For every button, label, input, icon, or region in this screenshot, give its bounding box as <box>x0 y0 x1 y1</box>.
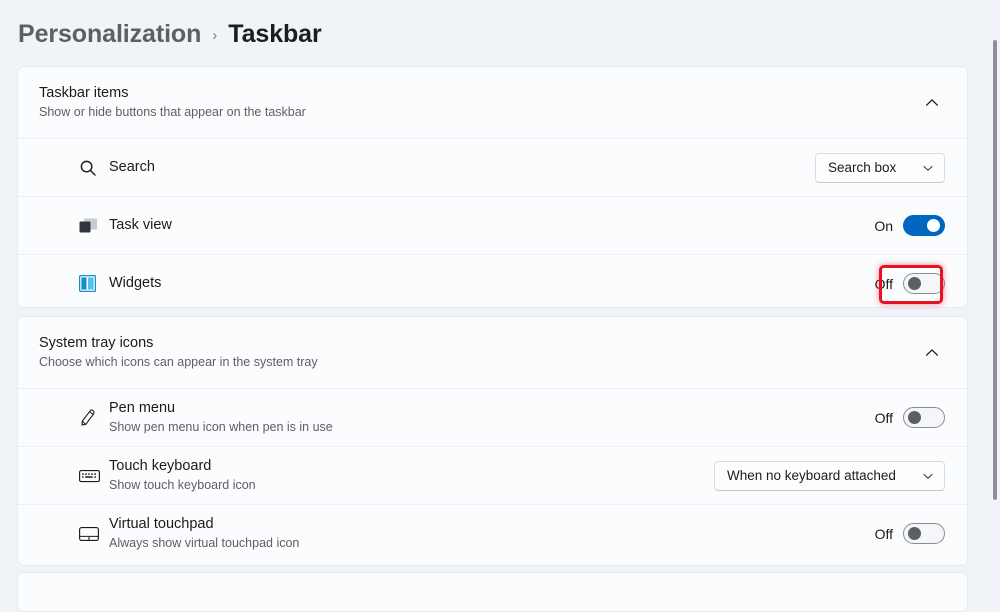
group-header-text: Taskbar items Show or hide buttons that … <box>39 85 306 119</box>
toggle-state-label: Off <box>874 525 893 542</box>
virtual-touchpad-toggle[interactable] <box>903 523 945 544</box>
widgets-toggle[interactable] <box>903 273 945 294</box>
card-taskbar-items: Taskbar items Show or hide buttons that … <box>17 66 968 308</box>
setting-subtitle: Show pen menu icon when pen is in use <box>109 419 333 434</box>
keyboard-icon <box>79 463 109 489</box>
setting-control: Off <box>871 273 945 294</box>
setting-title: Search <box>109 158 155 175</box>
setting-title: Pen menu <box>109 400 176 417</box>
setting-row-labels: Widgets <box>109 275 871 292</box>
vertical-scrollbar[interactable] <box>990 40 997 500</box>
toggle-knob <box>927 219 940 232</box>
setting-control: Off <box>871 523 945 544</box>
group-subtitle: Show or hide buttons that appear on the … <box>39 105 306 120</box>
setting-title: Touch keyboard <box>109 458 212 475</box>
setting-row-virtual-touchpad[interactable]: Virtual touchpad Always show virtual tou… <box>18 504 967 562</box>
chevron-down-icon <box>921 469 935 483</box>
chevron-up-icon[interactable] <box>919 340 945 366</box>
setting-row-pen-menu[interactable]: Pen menu Show pen menu icon when pen is … <box>18 388 967 446</box>
group-header-taskbar-items[interactable]: Taskbar items Show or hide buttons that … <box>18 67 967 138</box>
toggle-state-label: On <box>874 217 893 234</box>
setting-row-labels: Touch keyboard Show touch keyboard icon <box>109 458 714 492</box>
setting-row-labels: Virtual touchpad Always show virtual tou… <box>109 516 871 550</box>
search-icon <box>79 155 109 181</box>
group-header-text: System tray icons Choose which icons can… <box>39 335 318 369</box>
settings-content: Taskbar items Show or hide buttons that … <box>0 60 1000 612</box>
card-system-tray-icons: System tray icons Choose which icons can… <box>17 316 968 566</box>
task-view-icon <box>79 213 109 239</box>
group-title: System tray icons <box>39 335 154 352</box>
setting-row-touch-keyboard[interactable]: Touch keyboard Show touch keyboard icon … <box>18 446 967 504</box>
scrollbar-thumb[interactable] <box>993 40 997 500</box>
toggle-knob <box>908 527 921 540</box>
setting-title: Virtual touchpad <box>109 516 214 533</box>
page-title: Taskbar <box>228 19 322 48</box>
setting-subtitle: Show touch keyboard icon <box>109 477 256 492</box>
setting-control: When no keyboard attached <box>714 460 945 491</box>
setting-control: Search box <box>815 152 945 183</box>
setting-title: Task view <box>109 216 172 233</box>
pen-icon <box>79 405 109 431</box>
breadcrumb: Personalization › Taskbar <box>18 12 322 56</box>
dropdown-value: When no keyboard attached <box>727 468 896 483</box>
touch-keyboard-mode-dropdown[interactable]: When no keyboard attached <box>714 460 945 491</box>
task-view-toggle[interactable] <box>903 215 945 236</box>
setting-subtitle: Always show virtual touchpad icon <box>109 535 300 550</box>
breadcrumb-separator-icon: › <box>212 26 218 44</box>
widgets-icon <box>79 271 109 297</box>
setting-row-labels: Pen menu Show pen menu icon when pen is … <box>109 400 871 434</box>
chevron-down-icon <box>921 161 935 175</box>
group-title: Taskbar items <box>39 85 129 102</box>
group-header-system-tray-icons[interactable]: System tray icons Choose which icons can… <box>18 317 967 388</box>
toggle-knob <box>908 411 921 424</box>
setting-row-task-view[interactable]: Task view On <box>18 196 967 254</box>
pen-menu-toggle[interactable] <box>903 407 945 428</box>
toggle-state-label: Off <box>874 275 893 292</box>
chevron-up-icon[interactable] <box>919 90 945 116</box>
setting-control: On <box>871 215 945 236</box>
toggle-state-label: Off <box>874 409 893 426</box>
dropdown-value: Search box <box>828 160 897 175</box>
setting-row-search[interactable]: Search Search box <box>18 138 967 196</box>
setting-row-labels: Search <box>109 159 815 176</box>
setting-control: Off <box>871 407 945 428</box>
breadcrumb-link-personalization[interactable]: Personalization <box>18 20 201 49</box>
search-mode-dropdown[interactable]: Search box <box>815 152 945 183</box>
setting-title: Widgets <box>109 274 162 291</box>
group-subtitle: Choose which icons can appear in the sys… <box>39 355 318 370</box>
setting-row-widgets[interactable]: Widgets Off <box>18 254 967 307</box>
toggle-knob <box>908 277 921 290</box>
setting-row-labels: Task view <box>109 217 871 234</box>
touchpad-icon <box>79 521 109 547</box>
card-next-section-partial <box>17 572 968 612</box>
